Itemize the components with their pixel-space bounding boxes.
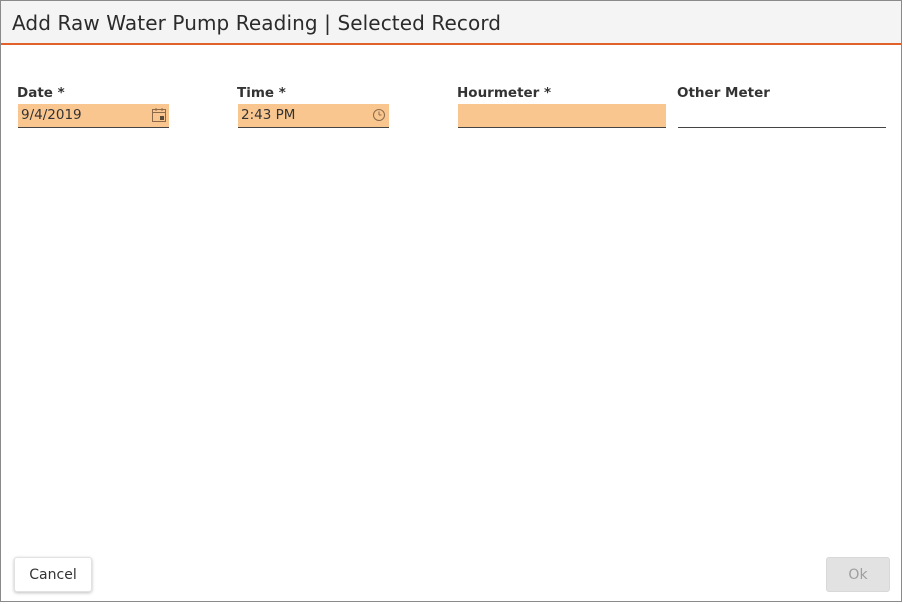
time-value: 2:43 PM <box>241 107 296 123</box>
cancel-button[interactable]: Cancel <box>14 557 92 592</box>
date-field[interactable]: 9/4/2019 <box>18 104 169 128</box>
hourmeter-label: Hourmeter * <box>457 85 552 101</box>
clock-icon[interactable] <box>371 107 387 123</box>
other-meter-label: Other Meter <box>677 85 770 101</box>
dialog-title: Add Raw Water Pump Reading | Selected Re… <box>12 11 502 35</box>
date-value: 9/4/2019 <box>21 107 82 123</box>
hourmeter-input[interactable] <box>458 104 666 128</box>
ok-button[interactable]: Ok <box>826 557 890 592</box>
time-label: Time * <box>237 85 286 101</box>
dialog-header: Add Raw Water Pump Reading | Selected Re… <box>1 1 901 45</box>
other-meter-input[interactable] <box>678 104 886 128</box>
time-field[interactable]: 2:43 PM <box>238 104 389 128</box>
calendar-icon[interactable] <box>151 107 167 123</box>
add-reading-dialog: Add Raw Water Pump Reading | Selected Re… <box>0 0 902 602</box>
date-label: Date * <box>17 85 65 101</box>
